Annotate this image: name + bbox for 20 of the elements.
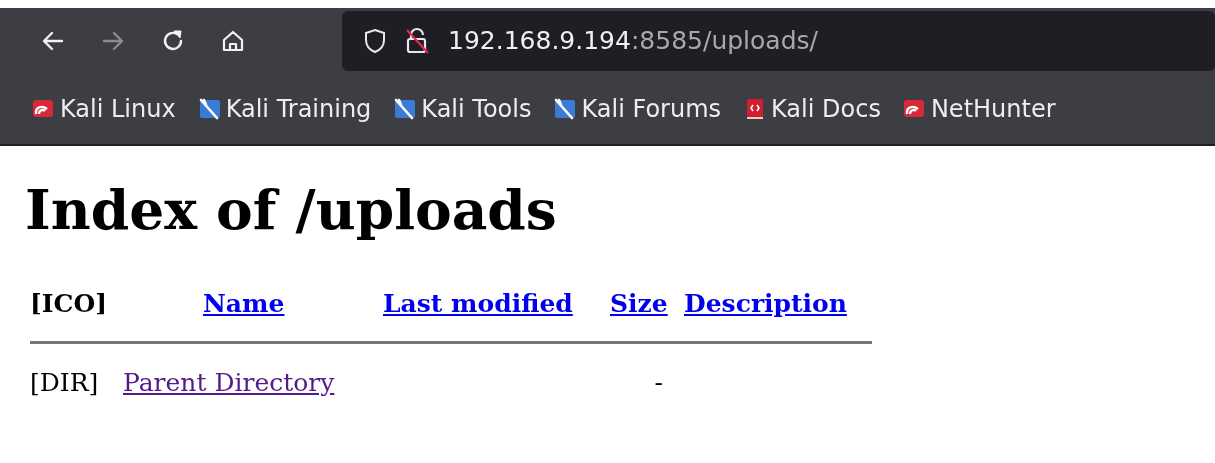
bookmark-link[interactable]: Kali Docs — [771, 91, 881, 127]
insecure-lock-icon[interactable] — [404, 27, 430, 55]
bookmark-link[interactable]: Kali Linux — [60, 91, 176, 127]
column-header: [ICO] — [30, 289, 108, 318]
url-host: 192.168.9.194 — [448, 26, 631, 56]
address-bar[interactable]: 192.168.9.194:8585/uploads/ — [342, 11, 1215, 71]
column-sort-link[interactable]: Last modified — [383, 289, 573, 318]
url-path: :8585/uploads/ — [630, 26, 818, 56]
home-icon[interactable] — [220, 28, 246, 54]
file-size: - — [653, 370, 663, 395]
directory-link[interactable]: Parent Directory — [123, 368, 335, 397]
bookmark-link[interactable]: Kali Forums — [581, 91, 722, 127]
column-sort-link[interactable]: Size — [610, 289, 668, 318]
column-sort-link[interactable]: Name — [203, 289, 285, 318]
column-sort-link[interactable]: Description — [684, 289, 847, 318]
shield-icon[interactable] — [364, 28, 386, 54]
bookmark-link[interactable]: Kali Tools — [421, 91, 532, 127]
bookmark-link[interactable]: Kali Training — [225, 91, 372, 127]
file-type-label: [DIR] — [29, 370, 100, 395]
bookmark-link[interactable]: NetHunter — [930, 91, 1056, 127]
